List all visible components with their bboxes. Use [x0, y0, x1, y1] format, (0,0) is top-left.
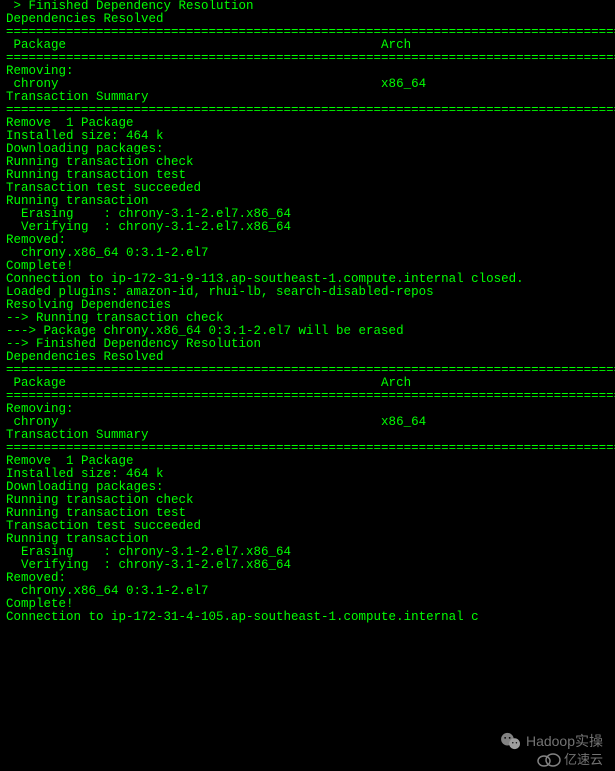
- output-line: chrony.x86_64 0:3.1-2.el7: [6, 585, 615, 598]
- brand-label: 亿速云: [564, 753, 603, 766]
- output-line: Verifying : chrony-3.1-2.el7.x86_64: [6, 559, 615, 572]
- output-line: Transaction Summary: [6, 429, 615, 442]
- separator-line: ========================================…: [6, 390, 615, 403]
- wechat-watermark: Hadoop实操: [500, 732, 603, 750]
- output-line: Connection to ip-172-31-4-105.ap-southea…: [6, 611, 615, 624]
- separator-line: ========================================…: [6, 52, 615, 65]
- output-line: Dependencies Resolved: [6, 13, 615, 26]
- output-line: Verifying : chrony-3.1-2.el7.x86_64: [6, 221, 615, 234]
- output-line: Transaction Summary: [6, 91, 615, 104]
- wechat-icon: [500, 732, 522, 750]
- table-header: Package Arch: [6, 39, 615, 52]
- wechat-label: Hadoop实操: [526, 735, 603, 748]
- brand-watermark: 亿速云: [536, 751, 603, 767]
- output-line: chrony.x86_64 0:3.1-2.el7: [6, 247, 615, 260]
- table-header: Package Arch: [6, 377, 615, 390]
- output-line: Dependencies Resolved: [6, 351, 615, 364]
- cloud-icon: [536, 751, 562, 767]
- terminal-output: > Finished Dependency Resolution Depende…: [6, 0, 615, 624]
